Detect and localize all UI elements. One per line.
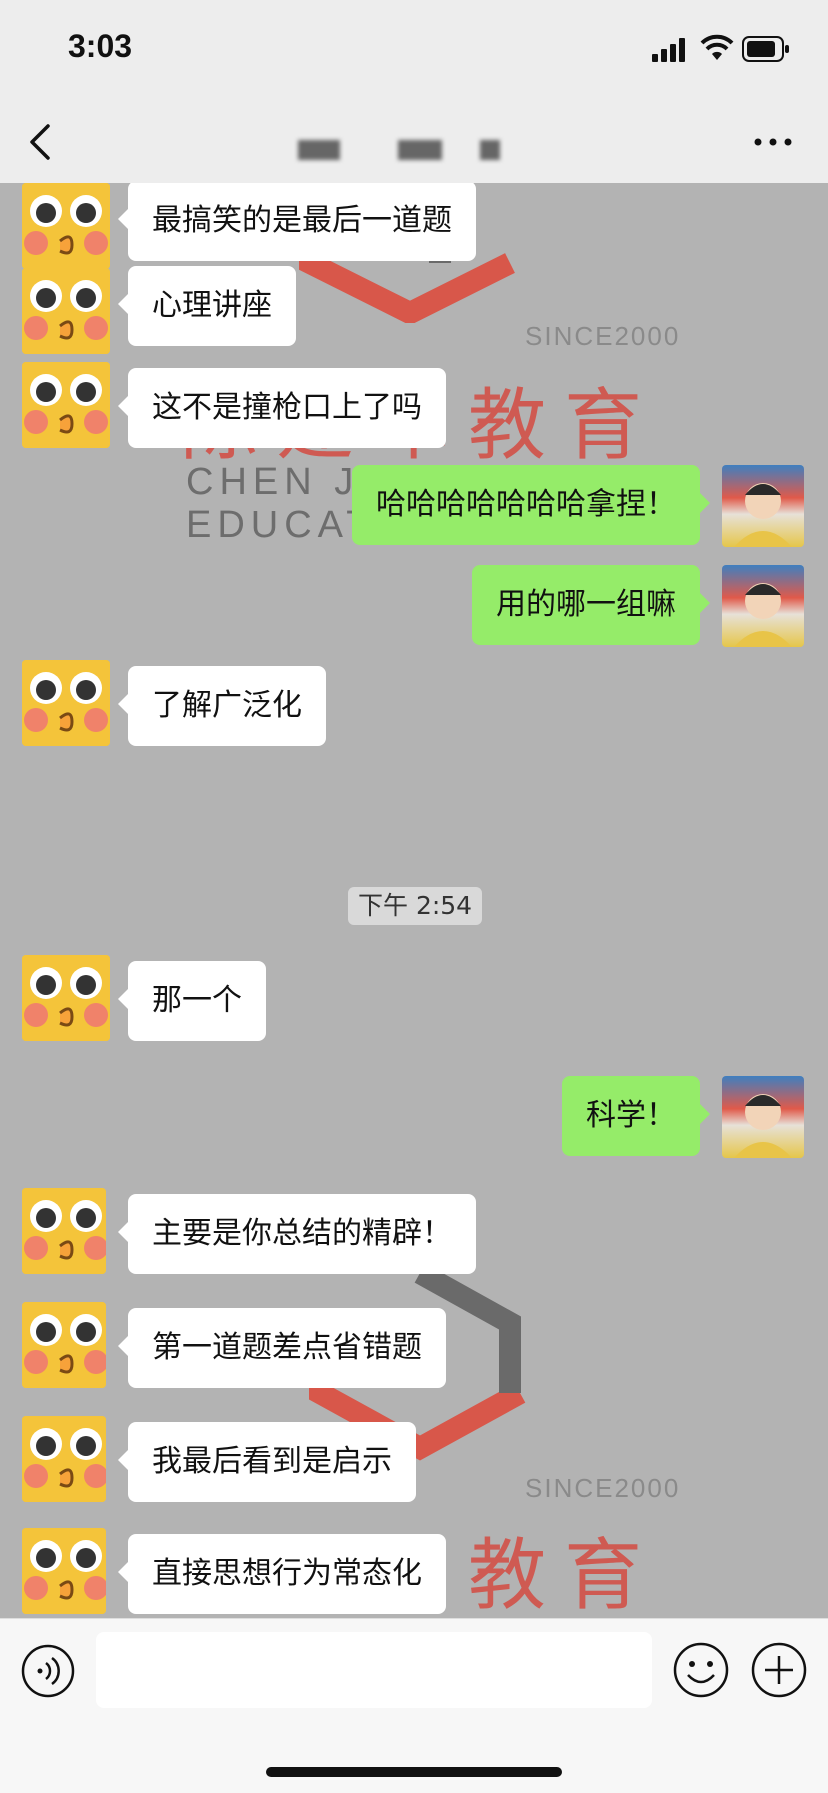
duck-emoji-avatar-icon [22, 660, 110, 746]
duck-emoji-avatar-icon [22, 183, 110, 269]
message-timestamp: 下午 2:54 [348, 887, 483, 925]
outgoing-message[interactable]: 用的哪一组嘛 [472, 565, 710, 645]
home-indicator [266, 1767, 562, 1777]
my-avatar[interactable] [722, 465, 804, 547]
duck-emoji-avatar-icon [22, 268, 110, 354]
incoming-message[interactable]: 我最后看到是启示 [118, 1422, 416, 1502]
contact-avatar[interactable] [22, 183, 110, 269]
chat-title-blurred [398, 140, 442, 160]
battery-icon [742, 36, 789, 62]
duck-emoji-avatar-icon [22, 1528, 106, 1614]
back-arrow-icon[interactable] [26, 122, 54, 162]
incoming-message[interactable]: 这不是撞枪口上了吗 [118, 368, 446, 448]
incoming-message[interactable]: 了解广泛化 [118, 666, 326, 746]
incoming-message[interactable]: 心理讲座 [118, 266, 296, 346]
incoming-message[interactable]: 直接思想行为常态化 [118, 1534, 446, 1614]
wifi-icon [700, 34, 734, 60]
contact-avatar[interactable] [22, 955, 110, 1041]
contact-avatar[interactable] [22, 660, 110, 746]
chat-message-list[interactable]: SINCE2000 陈建军教育 CHEN JIAN JUN EDUCATION … [0, 183, 828, 1618]
emoji-icon[interactable] [672, 1641, 730, 1699]
message-input-bar [0, 1618, 828, 1793]
status-time: 3:03 [68, 28, 133, 64]
chat-title-blurred [298, 140, 340, 160]
add-attachment-icon[interactable] [750, 1641, 808, 1699]
user-photo-avatar-icon [734, 483, 792, 547]
my-avatar[interactable] [722, 1076, 804, 1158]
incoming-message[interactable]: 第一道题差点省错题 [118, 1308, 446, 1388]
outgoing-message[interactable]: 哈哈哈哈哈哈哈拿捏！ [352, 465, 710, 545]
duck-emoji-avatar-icon [22, 1416, 106, 1502]
voice-input-icon[interactable] [20, 1643, 76, 1699]
incoming-message[interactable]: 最搞笑的是最后一道题 [118, 183, 476, 261]
duck-emoji-avatar-icon [22, 955, 110, 1041]
duck-emoji-avatar-icon [22, 1302, 106, 1388]
incoming-message[interactable]: 主要是你总结的精辟！ [118, 1194, 476, 1274]
contact-avatar[interactable] [22, 1528, 106, 1614]
contact-avatar[interactable] [22, 362, 110, 448]
contact-avatar[interactable] [22, 1416, 106, 1502]
contact-avatar[interactable] [22, 1188, 106, 1274]
user-photo-avatar-icon [734, 583, 792, 647]
chat-title-blurred [480, 140, 500, 160]
more-options-icon[interactable] [752, 132, 794, 152]
cellular-signal-icon [652, 38, 685, 62]
chat-header [0, 100, 828, 184]
status-bar: 3:03 [0, 0, 828, 100]
watermark-since: SINCE2000 [525, 1473, 681, 1503]
message-text-field[interactable] [96, 1632, 652, 1708]
contact-avatar[interactable] [22, 1302, 106, 1388]
watermark-since: SINCE2000 [525, 321, 681, 351]
duck-emoji-avatar-icon [22, 1188, 106, 1274]
my-avatar[interactable] [722, 565, 804, 647]
incoming-message[interactable]: 那一个 [118, 961, 266, 1041]
contact-avatar[interactable] [22, 268, 110, 354]
duck-emoji-avatar-icon [22, 362, 110, 448]
user-photo-avatar-icon [734, 1094, 792, 1158]
outgoing-message[interactable]: 科学！ [562, 1076, 710, 1156]
